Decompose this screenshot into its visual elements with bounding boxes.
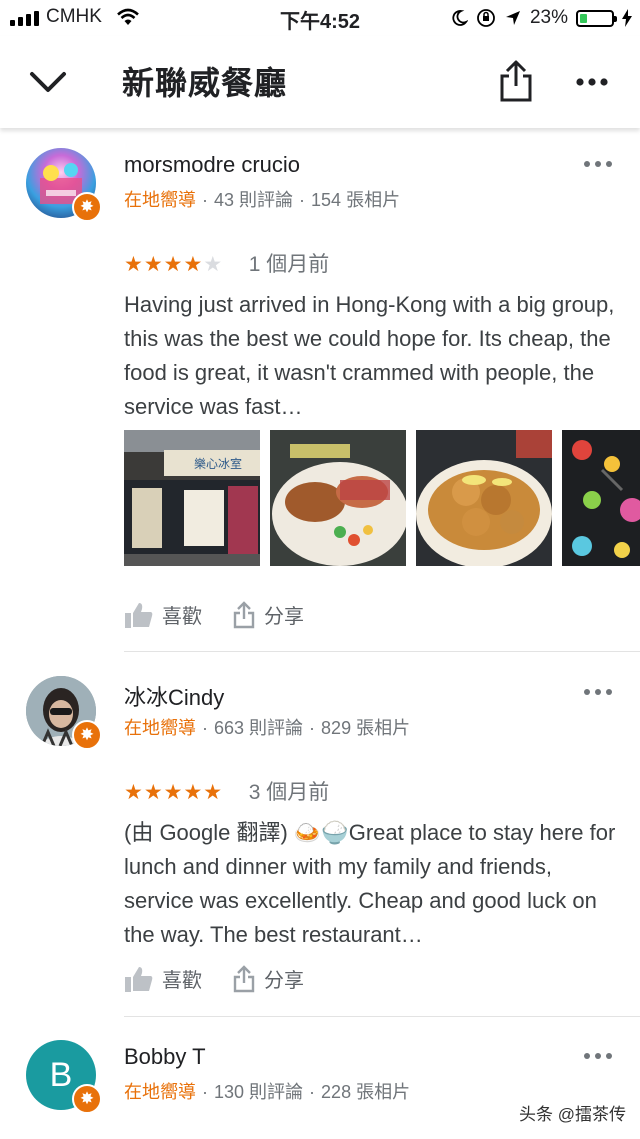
app-bar: 新聯威餐廳 (0, 36, 640, 128)
review-actions: 喜歡 分享 (124, 600, 304, 629)
reviewer-name[interactable]: Bobby T (124, 1044, 206, 1070)
colorful-interior-photo[interactable] (562, 430, 640, 566)
review-more-options-icon[interactable] (582, 154, 614, 174)
thumbs-up-icon (125, 602, 153, 628)
like-button[interactable]: 喜歡 (124, 964, 202, 993)
storefront-photo[interactable]: 樂心冰室 (124, 430, 260, 566)
like-button[interactable]: 喜歡 (124, 600, 202, 629)
review-count: 663 則評論 (214, 718, 304, 738)
reviewer-meta: 在地嚮導 · 43 則評論 · 154 張相片 (124, 190, 401, 210)
reviewer-name[interactable]: morsmodre crucio (124, 152, 300, 178)
reviewer-name[interactable]: 冰冰Cindy (124, 680, 224, 712)
review-count: 43 則評論 (214, 190, 294, 210)
star-rating: ★★★★★ (124, 781, 224, 804)
share-icon (233, 964, 255, 992)
location-arrow-icon (505, 11, 520, 25)
review-divider (124, 1016, 640, 1017)
fried-chicken-wings-photo[interactable] (270, 430, 406, 566)
photo-count: 154 張相片 (311, 190, 401, 210)
review-age: 3 個月前 (248, 781, 330, 804)
reviewer-meta: 在地嚮導 · 663 則評論 · 829 張相片 (124, 718, 411, 738)
rating-row: ★★★★★ 3 個月前 (124, 776, 329, 806)
orientation-lock-icon (477, 9, 495, 27)
avatar[interactable]: B ✸ (26, 1040, 102, 1114)
share-review-button[interactable]: 分享 (232, 600, 304, 629)
review-count: 130 則評論 (214, 1082, 304, 1102)
local-guide-badge-icon: ✸ (72, 720, 102, 750)
review-divider (124, 651, 640, 652)
svg-text:樂心冰室: 樂心冰室 (194, 456, 242, 471)
photo-count: 829 張相片 (321, 718, 411, 738)
charging-bolt-icon (622, 9, 632, 27)
review-age: 1 個月前 (248, 253, 330, 276)
battery-icon (576, 9, 617, 27)
review-more-options-icon[interactable] (582, 682, 614, 702)
local-guide-label: 在地嚮導 (124, 718, 196, 738)
page-title: 新聯威餐廳 (122, 65, 288, 101)
share-review-button[interactable]: 分享 (232, 964, 304, 993)
local-guide-badge-icon: ✸ (72, 192, 102, 222)
review-photos: 樂心冰室 (124, 430, 640, 566)
thumbs-up-icon (125, 966, 153, 992)
review-more-options-icon[interactable] (582, 1046, 614, 1066)
lemon-chicken-photo[interactable] (416, 430, 552, 566)
photo-count: 228 張相片 (321, 1082, 411, 1102)
review-card: ✸ 冰冰Cindy 在地嚮導 · 663 則評論 · 829 張相片 ★★★★★ 3 個… (0, 676, 640, 1017)
review-text[interactable]: Having just arrived in Hong-Kong with a … (124, 288, 620, 424)
local-guide-badge-icon: ✸ (72, 1084, 102, 1114)
battery-percent: 23% (529, 7, 568, 28)
local-guide-label: 在地嚮導 (124, 1082, 196, 1102)
local-guide-label: 在地嚮導 (124, 190, 196, 210)
more-options-icon[interactable] (574, 64, 610, 100)
review-actions: 喜歡 分享 (124, 964, 304, 993)
watermark: 头条 @擂茶传 (519, 1105, 626, 1124)
review-card: ✸ morsmodre crucio 在地嚮導 · 43 則評論 · 154 張相片 ★… (0, 148, 640, 652)
do-not-disturb-moon-icon (452, 10, 468, 26)
star-rating: ★★★★★ (124, 253, 224, 276)
status-bar: CMHK 下午4:52 23% (0, 0, 640, 36)
reviewer-meta: 在地嚮導 · 130 則評論 · 228 張相片 (124, 1082, 411, 1102)
avatar[interactable]: ✸ (26, 676, 102, 750)
share-icon[interactable] (496, 58, 536, 104)
review-text[interactable]: (由 Google 翻譯) 🍛🍚Great place to stay here… (124, 816, 620, 952)
rating-row: ★★★★★ 1 個月前 (124, 248, 329, 278)
chevron-down-icon[interactable] (26, 62, 70, 102)
avatar[interactable]: ✸ (26, 148, 102, 222)
share-icon (233, 600, 255, 628)
